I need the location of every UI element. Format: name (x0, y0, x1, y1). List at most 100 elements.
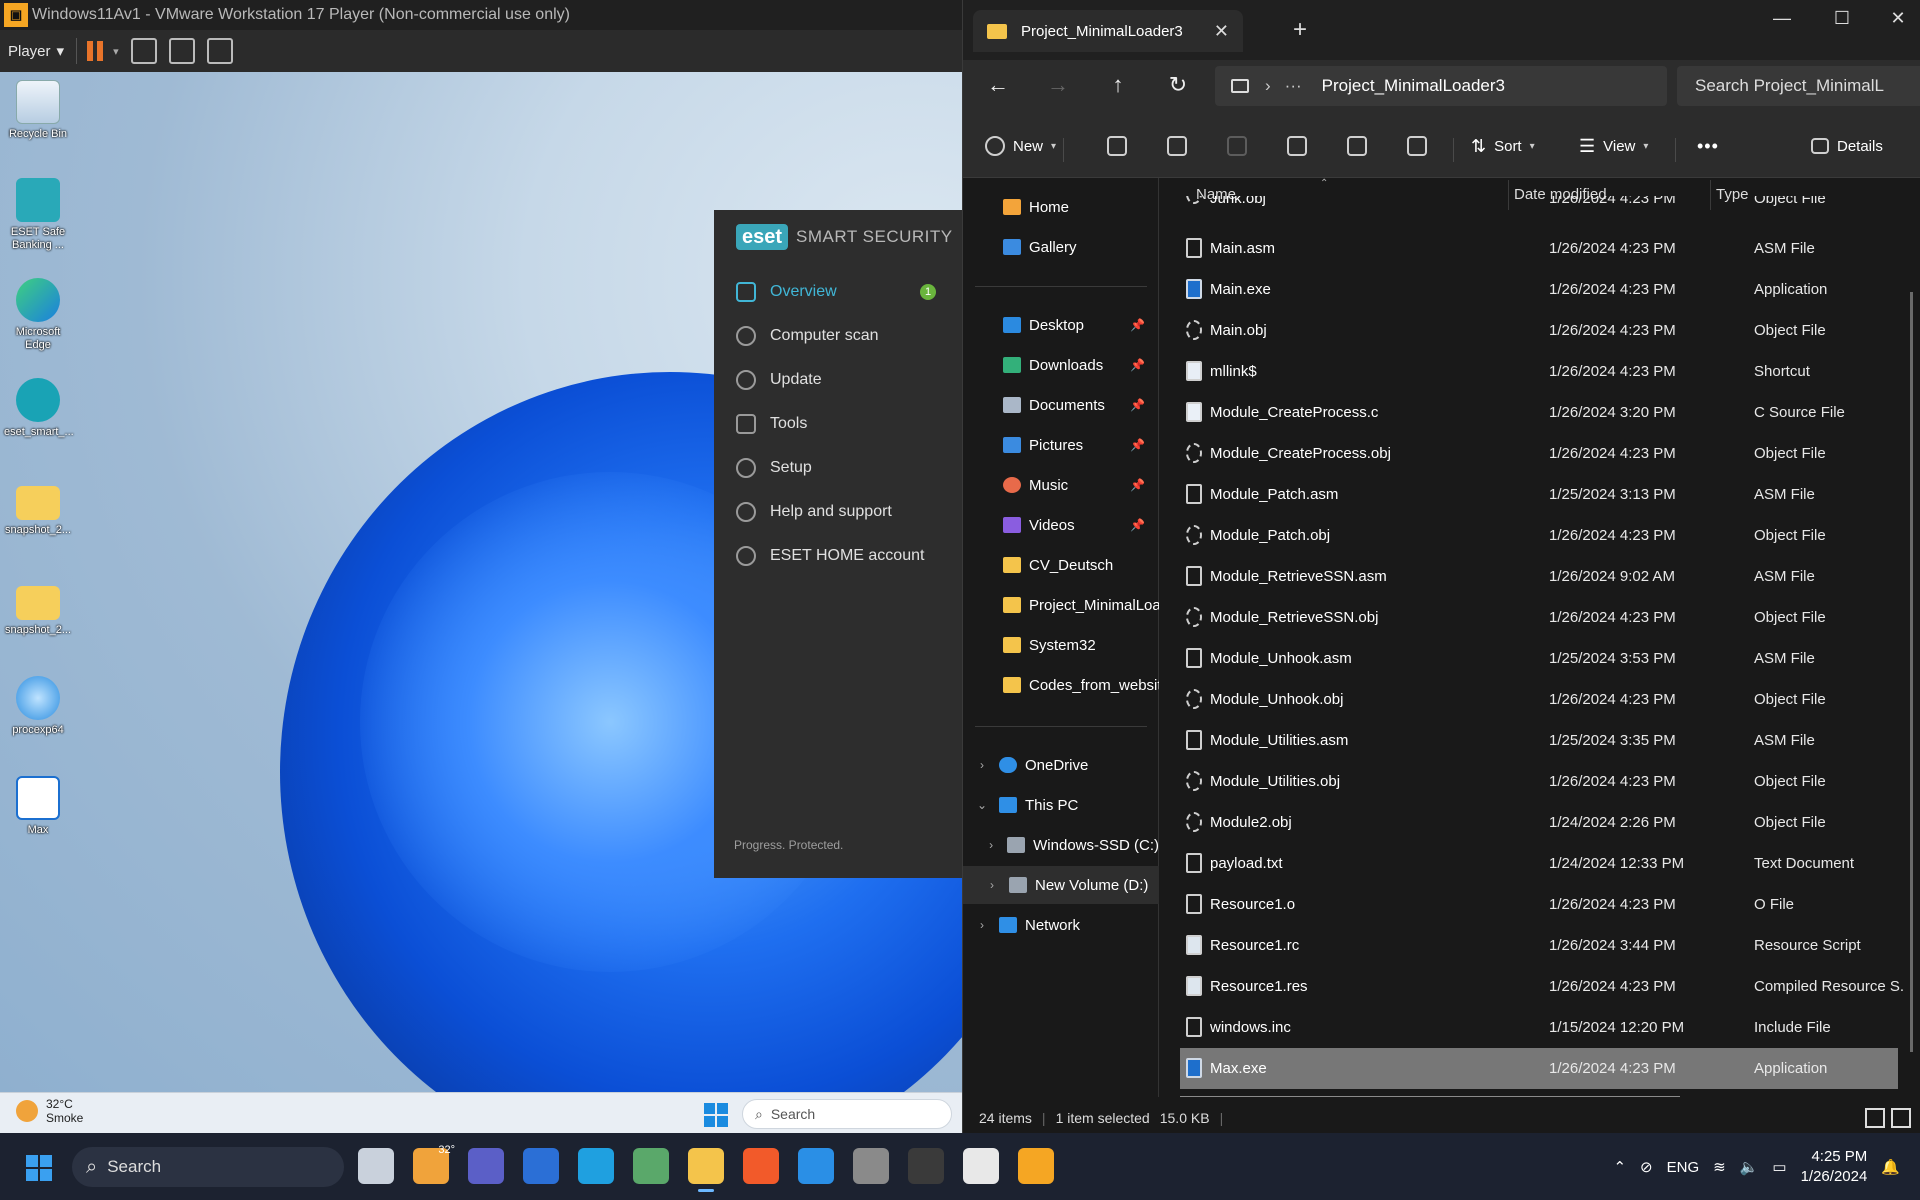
rename-button[interactable] (1287, 132, 1307, 160)
table-row[interactable]: Module2.obj 1/24/2024 2:26 PM Object File (1180, 802, 1898, 843)
guest-weather-widget[interactable]: 32°C Smoke (16, 1097, 83, 1125)
close-window-button[interactable]: ✕ (1883, 8, 1913, 29)
sidebar-item-onedrive[interactable]: › OneDrive (963, 746, 1159, 784)
table-row[interactable]: Module_CreateProcess.obj 1/26/2024 4:23 P… (1180, 433, 1898, 474)
desktop-icon-eset-banking[interactable]: ESET Safe Banking ... (4, 178, 72, 252)
guest-search-box[interactable]: ⌕ Search (742, 1099, 952, 1129)
start-button[interactable] (26, 1155, 52, 1181)
network-off-icon[interactable]: ⊘ (1640, 1158, 1653, 1176)
details-view-icon[interactable] (1865, 1108, 1885, 1128)
pin-icon[interactable]: 📌 (1130, 358, 1145, 372)
table-row[interactable]: payload.txt 1/24/2024 12:33 PM Text Docume… (1180, 843, 1898, 884)
table-row[interactable]: Resource1.o 1/26/2024 4:23 PM O File (1180, 884, 1898, 925)
tiles-view-icon[interactable] (1891, 1108, 1911, 1128)
unity-icon[interactable] (206, 38, 233, 64)
vmware-icon[interactable] (1018, 1148, 1054, 1184)
pause-button[interactable] (87, 41, 107, 61)
view-button[interactable]: ☰ View ▾ (1579, 132, 1648, 160)
table-row[interactable]: mllink$ 1/26/2024 4:23 PM Shortcut (1180, 351, 1898, 392)
sidebar-item-videos[interactable]: Videos 📌 (963, 506, 1159, 544)
cut-button[interactable] (1107, 132, 1127, 160)
pin-icon[interactable]: 📌 (1130, 318, 1145, 332)
table-row[interactable]: Module_CreateProcess.c 1/26/2024 3:20 PM C… (1180, 392, 1898, 433)
sort-button[interactable]: ⇅ Sort ▾ (1471, 132, 1535, 160)
sidebar-item-music[interactable]: Music 📌 (963, 466, 1159, 504)
pin-icon[interactable]: 📌 (1130, 398, 1145, 412)
sidebar-item-this-pc[interactable]: ⌄ This PC (963, 786, 1159, 824)
paste-button[interactable] (1227, 132, 1247, 160)
taskbar-search[interactable]: ⌕ Search (72, 1147, 344, 1187)
address-bar[interactable]: › ··· Project_MinimalLoader3 (1215, 66, 1667, 106)
table-row[interactable]: Main.asm 1/26/2024 4:23 PM ASM File (1180, 228, 1898, 269)
back-button[interactable]: ← (983, 70, 1013, 100)
table-row[interactable]: windows.inc 1/15/2024 12:20 PM Include Fil… (1180, 1007, 1898, 1048)
eset-menu-update[interactable]: Update (736, 358, 962, 402)
details-pane-button[interactable]: Details (1811, 132, 1883, 160)
search-input[interactable]: Search Project_MinimalL (1677, 66, 1920, 106)
share-button[interactable] (1347, 132, 1367, 160)
table-row[interactable]: Module_Unhook.obj 1/26/2024 4:23 PM Object… (1180, 679, 1898, 720)
vscode-icon[interactable] (798, 1148, 834, 1184)
table-row[interactable]: Max.exe 1/26/2024 4:23 PM Application (1180, 1048, 1898, 1089)
vertical-scrollbar[interactable] (1910, 292, 1913, 1052)
sidebar-item-drive-c[interactable]: › Windows-SSD (C:) (963, 826, 1159, 864)
notepad-icon[interactable] (633, 1148, 669, 1184)
maximize-button[interactable]: ☐ (1827, 8, 1857, 29)
refresh-button[interactable]: ↻ (1163, 70, 1193, 100)
desktop-icon-recycle-bin[interactable]: Recycle Bin (4, 80, 72, 141)
chevron-right-icon[interactable]: › (975, 918, 989, 932)
desktop-icon-procexp[interactable]: procexp64 (4, 676, 72, 737)
forward-button[interactable]: → (1043, 70, 1073, 100)
minimize-button[interactable]: — (1767, 8, 1797, 29)
sidebar-item-desktop[interactable]: Desktop 📌 (963, 306, 1159, 344)
chevron-down-icon[interactable]: ⌄ (975, 798, 989, 812)
desktop-icon-edge[interactable]: Microsoft Edge (4, 278, 72, 352)
sidebar-item-folder[interactable]: Project_MinimalLoa (963, 586, 1159, 624)
close-tab-icon[interactable]: ✕ (1214, 21, 1229, 42)
sidebar-item-documents[interactable]: Documents 📌 (963, 386, 1159, 424)
pin-icon[interactable]: 📌 (1130, 518, 1145, 532)
table-row[interactable]: Module_Unhook.asm 1/25/2024 3:53 PM ASM Fi… (1180, 638, 1898, 679)
clock[interactable]: 4:25 PM 1/26/2024 (1801, 1147, 1868, 1187)
table-row[interactable]: Module_Utilities.obj 1/26/2024 4:23 PM Obj… (1180, 761, 1898, 802)
l-app-icon[interactable] (523, 1148, 559, 1184)
sidebar-item-pictures[interactable]: Pictures 📌 (963, 426, 1159, 464)
delete-button[interactable] (1407, 132, 1427, 160)
folder-icon[interactable] (688, 1148, 724, 1192)
sidebar-item-network[interactable]: › Network (963, 906, 1159, 944)
player-menu[interactable]: Player ▾ (8, 42, 64, 61)
table-row[interactable]: Main.exe 1/26/2024 4:23 PM Application (1180, 269, 1898, 310)
teams-icon[interactable] (468, 1148, 504, 1184)
horizontal-scrollbar[interactable] (1180, 1096, 1680, 1097)
file-explorer-icon[interactable] (358, 1148, 394, 1184)
chevron-right-icon[interactable]: › (985, 878, 999, 892)
table-row[interactable]: Module_Patch.asm 1/25/2024 3:13 PM ASM Fil… (1180, 474, 1898, 515)
terminal-icon[interactable] (908, 1148, 944, 1184)
guest-start-button[interactable] (704, 1103, 728, 1127)
sidebar-item-drive-d[interactable]: › New Volume (D:) (963, 866, 1159, 904)
table-row[interactable]: Junk.obj 1/26/2024 4:23 PM Object File (1180, 196, 1898, 220)
eset-menu-tools[interactable]: Tools (736, 402, 962, 446)
sidebar-item-downloads[interactable]: Downloads 📌 (963, 346, 1159, 384)
eset-menu-home-account[interactable]: ESET HOME account (736, 534, 962, 578)
battery-icon[interactable]: ▭ (1772, 1158, 1786, 1176)
eset-menu-computer-scan[interactable]: Computer scan (736, 314, 962, 358)
sidebar-item-folder[interactable]: CV_Deutsch (963, 546, 1159, 584)
volume-icon[interactable]: 🔈 (1740, 1158, 1759, 1176)
copy-button[interactable] (1167, 132, 1187, 160)
sidebar-item-gallery[interactable]: Gallery (963, 228, 1159, 266)
chevron-right-icon[interactable]: › (985, 838, 997, 852)
desktop-icon-snapshot-2[interactable]: snapshot_2... (4, 578, 72, 637)
sidebar-item-folder[interactable]: Codes_from_websit (963, 666, 1159, 704)
new-button[interactable]: New ▾ (985, 132, 1056, 160)
edge-icon[interactable] (578, 1148, 614, 1184)
wifi-icon[interactable]: ≋ (1713, 1158, 1726, 1176)
eset-menu-overview[interactable]: Overview 1 (736, 270, 962, 314)
notification-bell-icon[interactable]: 🔔 (1881, 1158, 1900, 1176)
more-path-icon[interactable]: ··· (1285, 76, 1302, 96)
table-row[interactable]: Module_RetrieveSSN.asm 1/26/2024 9:02 AM A… (1180, 556, 1898, 597)
explorer-tab[interactable]: Project_MinimalLoader3 ✕ (973, 10, 1243, 52)
send-ctrl-alt-del-icon[interactable] (130, 38, 157, 64)
table-row[interactable]: Main.obj 1/26/2024 4:23 PM Object File (1180, 310, 1898, 351)
pin-icon[interactable]: 📌 (1130, 478, 1145, 492)
